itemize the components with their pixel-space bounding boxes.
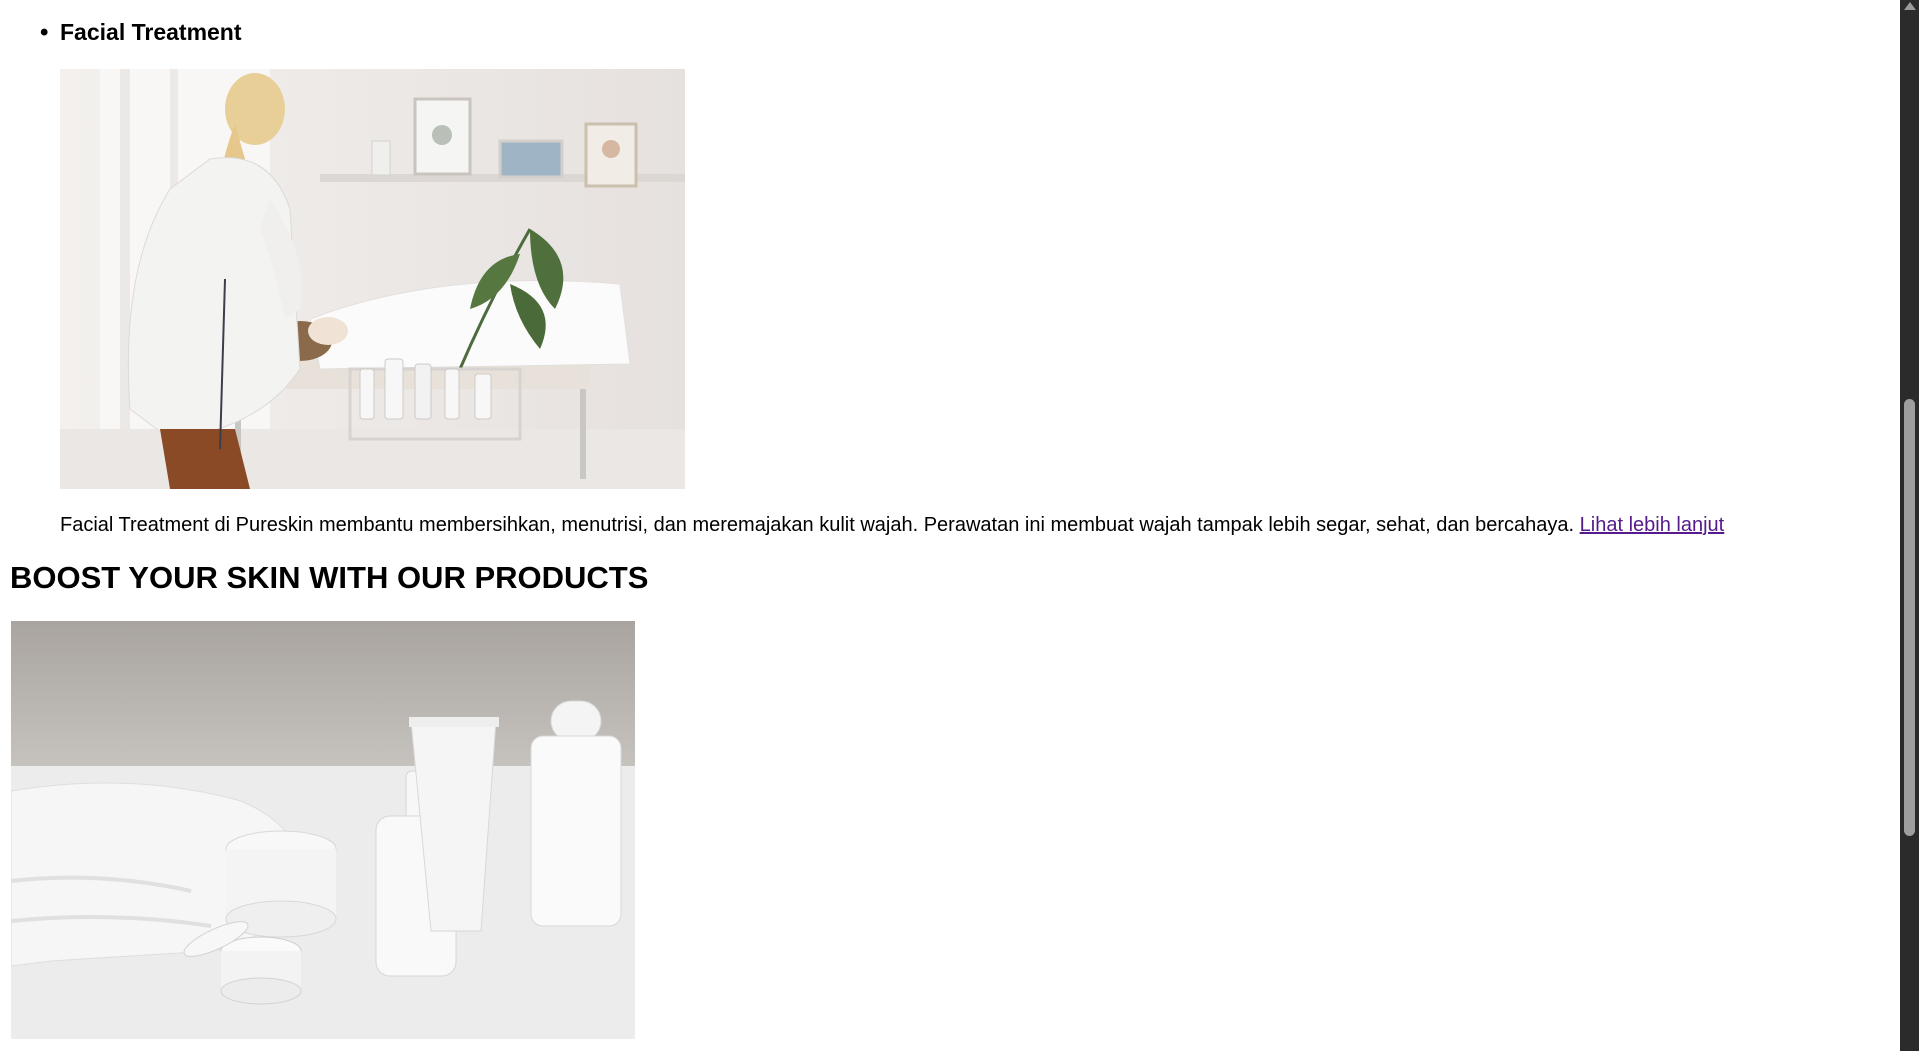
treatment-description-paragraph: Facial Treatment di Pureskin membantu me… <box>60 512 1724 538</box>
treatment-title: Facial Treatment <box>60 19 242 45</box>
skincare-products-image <box>11 621 635 1039</box>
scrollbar-thumb[interactable] <box>1904 399 1915 836</box>
list-bullet: • <box>40 19 49 46</box>
page-content: • Facial Treatment Facial Treatment di P… <box>0 0 1900 1051</box>
scroll-up-arrow-icon[interactable] <box>1904 2 1916 10</box>
facial-treatment-image <box>60 69 685 489</box>
see-more-link[interactable]: Lihat lebih lanjut <box>1580 514 1725 536</box>
treatment-description: Facial Treatment di Pureskin membantu me… <box>60 514 1575 536</box>
vertical-scrollbar[interactable] <box>1900 0 1919 1051</box>
products-heading: BOOST YOUR SKIN WITH OUR PRODUCTS <box>10 560 649 595</box>
